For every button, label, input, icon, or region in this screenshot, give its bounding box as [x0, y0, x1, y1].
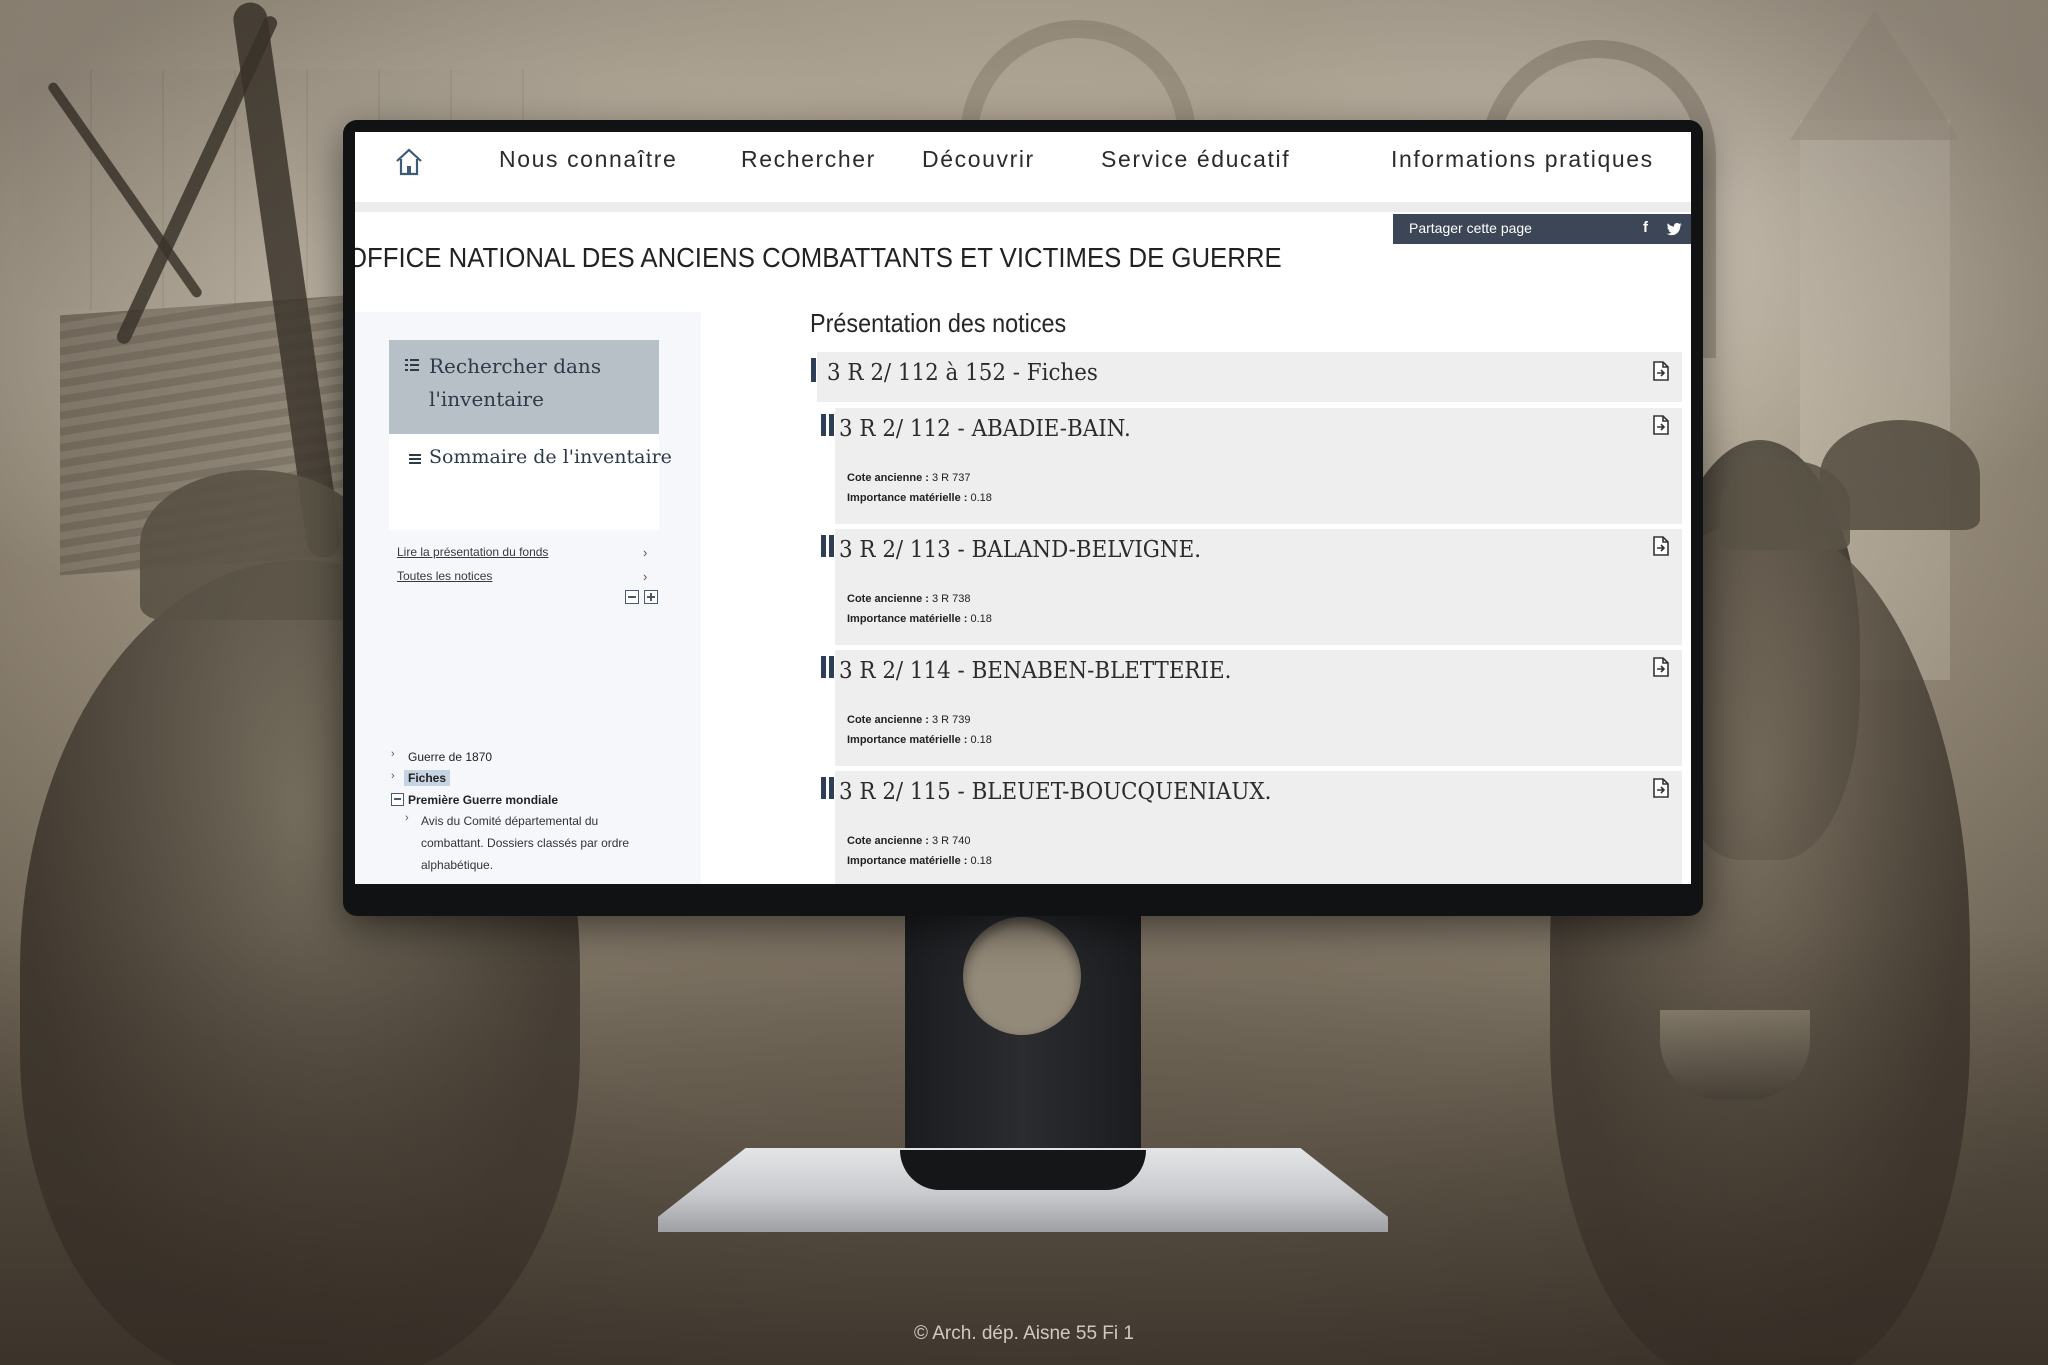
link-toutes-notices[interactable]: Toutes les notices: [397, 569, 492, 583]
notice-cote: Cote ancienne : 3 R 738: [847, 593, 971, 605]
notice-title[interactable]: 3 R 2/ 113 - BALAND-BELVIGNE.: [839, 537, 1201, 563]
notice-item[interactable]: 3 R 2/ 113 - BALAND-BELVIGNE. Cote ancie…: [821, 529, 1682, 645]
share-label: Partager cette page: [1409, 220, 1532, 236]
tree-item-fiches[interactable]: Fiches: [404, 770, 451, 786]
chevron-right-icon[interactable]: ›: [391, 748, 395, 760]
notice-item[interactable]: 3 R 2/ 115 - BLEUET-BOUCQUENIAUX. Cote a…: [821, 771, 1682, 884]
sidebar: Rechercher dans l'inventaire Sommaire de…: [355, 312, 701, 884]
notice-importance: Importance matérielle : 0.18: [847, 855, 992, 867]
chevron-right-icon[interactable]: ›: [391, 770, 395, 782]
main-nav: Nous connaître Rechercher Découvrir Serv…: [355, 132, 1691, 212]
link-presentation-fonds[interactable]: Lire la présentation du fonds: [397, 545, 548, 559]
page-title: OFFICE NATIONAL DES ANCIENS COMBATTANTS …: [355, 242, 1282, 273]
photo-credit: © Arch. dép. Aisne 55 Fi 1: [914, 1323, 1134, 1344]
level-marker: [829, 535, 834, 557]
document-icon[interactable]: [1650, 414, 1672, 436]
notice-item[interactable]: 3 R 2/ 114 - BENABEN-BLETTERIE. Cote anc…: [821, 650, 1682, 766]
expand-all-icon[interactable]: [644, 590, 658, 604]
monitor-stand-hole: [963, 917, 1081, 1035]
document-icon[interactable]: [1650, 777, 1672, 799]
level-marker: [829, 414, 834, 436]
level-marker: [821, 414, 826, 436]
nav-rechercher[interactable]: Rechercher: [741, 146, 876, 173]
nav-decouvrir[interactable]: Découvrir: [922, 146, 1035, 173]
document-icon[interactable]: [1650, 656, 1672, 678]
tree-item-guerre-1870[interactable]: Guerre de 1870: [408, 750, 492, 764]
home-icon[interactable]: [393, 146, 425, 178]
notice-importance: Importance matérielle : 0.18: [847, 492, 992, 504]
share-bar: Partager cette page f: [1393, 214, 1691, 244]
chevron-right-icon: ›: [643, 569, 648, 584]
chevron-right-icon[interactable]: ›: [405, 812, 409, 824]
notice-cote: Cote ancienne : 3 R 737: [847, 472, 971, 484]
document-icon[interactable]: [1650, 535, 1672, 557]
nav-nous-connaitre[interactable]: Nous connaître: [499, 146, 677, 173]
notice-importance: Importance matérielle : 0.18: [847, 734, 992, 746]
level-marker: [829, 777, 834, 799]
list-icon: [405, 359, 419, 371]
inventory-summary-label: Sommaire de l'inventaire: [429, 446, 672, 468]
monitor-stand-foot: [900, 1150, 1146, 1190]
level-marker: [811, 358, 816, 382]
document-icon[interactable]: [1650, 360, 1672, 382]
menu-icon: [409, 454, 421, 464]
notice-item[interactable]: 3 R 2/ 112 - ABADIE-BAIN. Cote ancienne …: [821, 408, 1682, 524]
notice-group[interactable]: 3 R 2/ 112 à 152 - Fiches: [811, 352, 1682, 402]
level-marker: [821, 777, 826, 799]
notice-title[interactable]: 3 R 2/ 112 - ABADIE-BAIN.: [839, 416, 1131, 442]
notice-cote: Cote ancienne : 3 R 739: [847, 714, 971, 726]
search-inventory-button[interactable]: Rechercher dans l'inventaire: [389, 340, 659, 434]
level-marker: [821, 535, 826, 557]
notices-heading: Présentation des notices: [810, 308, 1067, 338]
inventory-summary-button[interactable]: Sommaire de l'inventaire: [389, 434, 672, 530]
level-marker: [821, 656, 826, 678]
tree-item-avis-comite[interactable]: Avis du Comité départemental du combatta…: [421, 810, 651, 876]
collapse-all-icon[interactable]: [625, 590, 639, 604]
level-marker: [829, 656, 834, 678]
notice-title[interactable]: 3 R 2/ 115 - BLEUET-BOUCQUENIAUX.: [839, 779, 1271, 805]
nav-informations-pratiques[interactable]: Informations pratiques: [1391, 146, 1654, 173]
search-inventory-label: Rechercher dans l'inventaire: [429, 354, 602, 411]
collapse-icon[interactable]: [391, 793, 404, 806]
notice-importance: Importance matérielle : 0.18: [847, 613, 992, 625]
chevron-right-icon: ›: [643, 545, 648, 560]
nav-service-educatif[interactable]: Service éducatif: [1101, 146, 1290, 173]
tree-item-premiere-guerre[interactable]: Première Guerre mondiale: [408, 793, 558, 807]
notice-cote: Cote ancienne : 3 R 740: [847, 835, 971, 847]
facebook-icon[interactable]: f: [1643, 219, 1648, 236]
notice-title[interactable]: 3 R 2/ 114 - BENABEN-BLETTERIE.: [839, 658, 1231, 684]
twitter-icon[interactable]: [1665, 220, 1683, 238]
notice-title[interactable]: 3 R 2/ 112 à 152 - Fiches: [827, 360, 1098, 386]
monitor-screen: Nous connaître Rechercher Découvrir Serv…: [355, 132, 1691, 884]
